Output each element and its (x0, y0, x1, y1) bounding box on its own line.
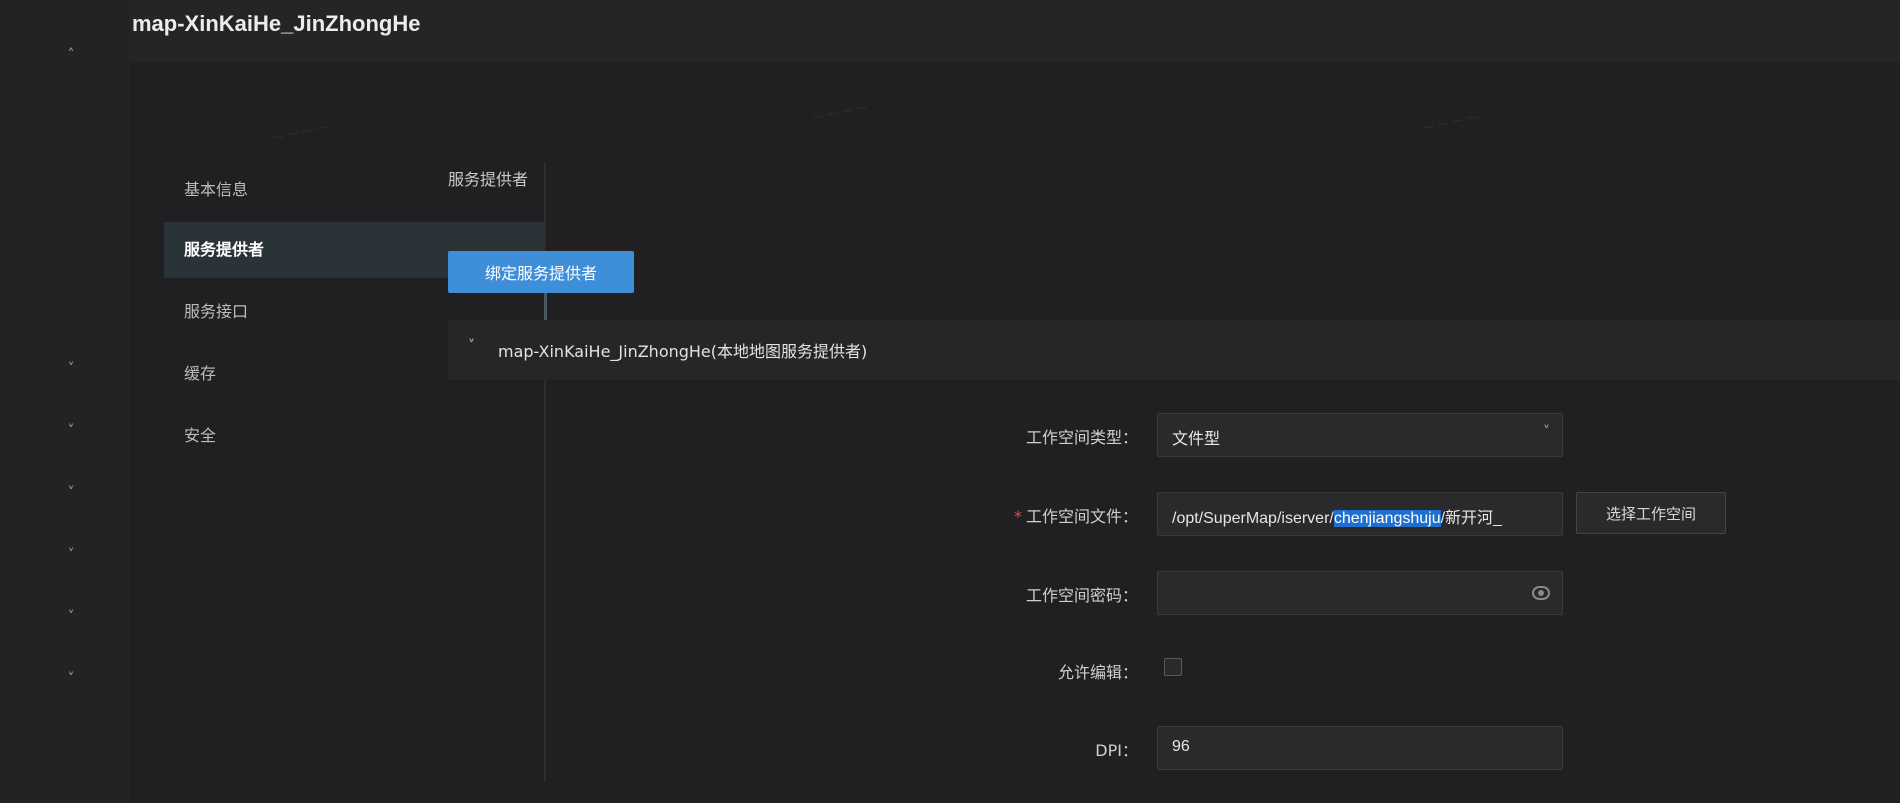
subnav-item-label: 安全 (184, 426, 217, 445)
form-labels: 工作空间类型： * 工作空间文件： 工作空间密码： 允许编辑： DPI： (448, 0, 1138, 803)
subnav-item-label: 缓存 (184, 364, 217, 383)
choose-workspace-button[interactable]: 选择工作空间 (1576, 492, 1726, 534)
allow-edit-label: 允许编辑： (1057, 663, 1138, 682)
workspace-file-value: /opt/SuperMap/iserver/chenjiangshuju/新开河… (1172, 504, 1502, 528)
path-suffix: /新开河_ (1440, 510, 1502, 527)
watermark: ~~~~ (268, 115, 332, 150)
workspace-type-label: 工作空间类型： (1025, 428, 1138, 447)
dpi-value: 96 (1172, 738, 1190, 755)
workspace-password-input[interactable] (1157, 571, 1563, 615)
eye-icon[interactable] (1532, 586, 1550, 600)
chevron-down-icon[interactable]: ˅ (62, 360, 80, 378)
page-title: map-XinKaiHe_JinZhongHe (132, 11, 421, 36)
workspace-file-label-row: * 工作空间文件： (1014, 503, 1138, 527)
workspace-type-value: 文件型 (1172, 429, 1221, 448)
chevron-down-icon[interactable]: ˅ (62, 608, 80, 626)
chevron-down-icon[interactable]: ˅ (62, 422, 80, 440)
workspace-file-input[interactable]: /opt/SuperMap/iserver/chenjiangshuju/新开河… (1157, 492, 1563, 536)
workspace-file-label: 工作空间文件： (1025, 507, 1138, 526)
workspace-password-label: 工作空间密码： (1025, 586, 1138, 605)
app-root: ˄ ˅ ˅ ˅ ˅ ˅ ˅ map-XinKaiHe_JinZhongHe ~~… (0, 0, 1900, 803)
left-rail: ˄ ˅ ˅ ˅ ˅ ˅ ˅ (0, 0, 130, 803)
workspace-type-select[interactable]: 文件型 ˅ (1157, 413, 1563, 457)
required-marker: * (1013, 507, 1022, 526)
chevron-down-icon[interactable]: ˅ (62, 484, 80, 502)
allow-edit-checkbox[interactable] (1164, 658, 1182, 676)
chevron-down-icon[interactable]: ˅ (62, 670, 80, 688)
main-panel: 服务提供者 绑定服务提供者 ˅ map-XinKaiHe_JinZhongHe(… (448, 0, 1900, 803)
subnav-item-label: 服务接口 (184, 302, 249, 321)
path-selected-text: chenjiangshuju (1333, 510, 1441, 527)
chevron-down-icon: ˅ (1543, 424, 1550, 440)
subnav-item-label: 基本信息 (184, 180, 249, 199)
chevron-down-icon[interactable]: ˅ (62, 546, 80, 564)
dpi-label: DPI： (1095, 741, 1138, 760)
dpi-input[interactable]: 96 (1157, 726, 1563, 770)
chevron-up-icon[interactable]: ˄ (62, 46, 80, 64)
subnav-item-label: 服务提供者 (184, 240, 265, 259)
path-prefix: /opt/SuperMap/iserver/ (1172, 510, 1334, 527)
